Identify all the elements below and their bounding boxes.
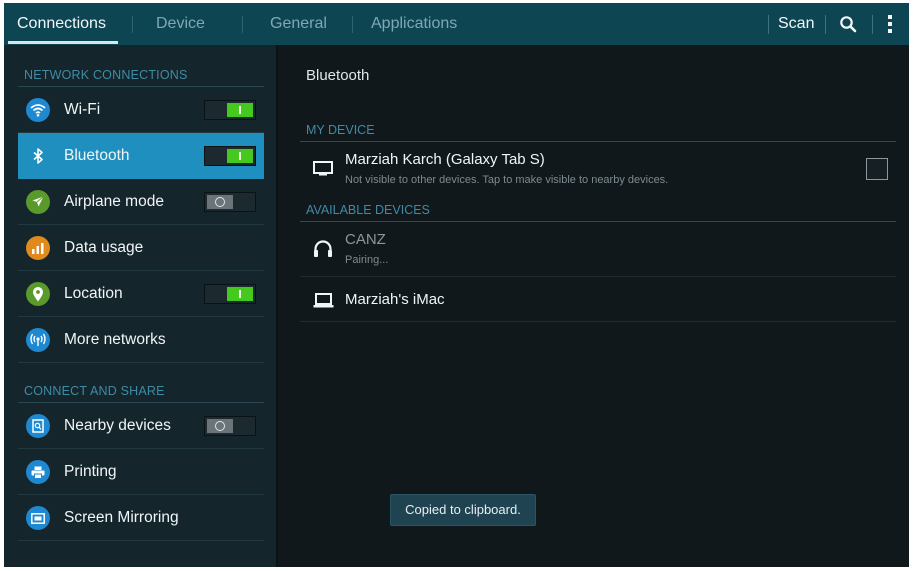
data-usage-icon [26, 236, 50, 260]
airplane-icon [26, 190, 50, 214]
tab-divider [132, 16, 133, 33]
sidebar-item-airplane-mode[interactable]: Airplane mode [18, 179, 264, 225]
sidebar-item-label: Printing [64, 463, 117, 480]
available-devices-header: AVAILABLE DEVICES [306, 203, 430, 217]
device-name[interactable]: CANZ [345, 231, 386, 248]
scan-button[interactable]: Scan [778, 3, 814, 45]
section-divider [300, 141, 896, 142]
sidebar-item-nearby-devices[interactable]: Nearby devices [18, 403, 264, 449]
tab-divider [242, 16, 243, 33]
sidebar-item-location[interactable]: Location [18, 271, 264, 317]
action-divider [872, 15, 873, 34]
row-divider [300, 276, 896, 277]
screen-mirroring-icon [26, 506, 50, 530]
sidebar-item-label: Data usage [64, 239, 144, 256]
tab-device[interactable]: Device [156, 3, 205, 45]
sidebar-item-label: Airplane mode [64, 193, 164, 210]
printing-icon [26, 460, 50, 484]
wifi-icon [26, 98, 50, 122]
my-device-header: MY DEVICE [306, 123, 375, 137]
settings-screen: Connections Device General Applications … [4, 3, 909, 567]
my-device-visibility: Not visible to other devices. Tap to mak… [345, 174, 669, 186]
device-status: Pairing... [345, 254, 389, 266]
tablet-icon [312, 159, 334, 177]
sidebar-item-more-networks[interactable]: More networks [18, 317, 264, 363]
sidebar-item-label: Location [64, 285, 123, 302]
sidebar-item-data-usage[interactable]: Data usage [18, 225, 264, 271]
nearby-devices-toggle[interactable] [204, 416, 256, 436]
page-title: Bluetooth [306, 67, 370, 84]
search-icon[interactable] [836, 3, 860, 45]
my-device-name[interactable]: Marziah Karch (Galaxy Tab S) [345, 151, 545, 168]
active-tab-indicator [8, 41, 118, 44]
laptop-icon [312, 291, 334, 309]
bluetooth-icon [26, 144, 50, 168]
sidebar-item-printing[interactable]: Printing [18, 449, 264, 495]
sidebar-item-label: Bluetooth [64, 147, 130, 164]
sidebar-item-screen-mirroring[interactable]: Screen Mirroring [18, 495, 264, 541]
device-name[interactable]: Marziah's iMac [345, 291, 445, 308]
top-tab-bar: Connections Device General Applications … [4, 3, 909, 45]
tab-general[interactable]: General [270, 3, 327, 45]
location-icon [26, 282, 50, 306]
tab-divider [352, 16, 353, 33]
wifi-toggle[interactable] [204, 100, 256, 120]
network-connections-header: NETWORK CONNECTIONS [24, 68, 188, 82]
location-toggle[interactable] [204, 284, 256, 304]
sidebar-item-wifi[interactable]: Wi-Fi [18, 87, 264, 133]
more-vert-icon[interactable] [883, 3, 897, 45]
tab-applications[interactable]: Applications [371, 3, 457, 45]
bluetooth-toggle[interactable] [204, 146, 256, 166]
sidebar-item-label: Wi-Fi [64, 101, 101, 118]
settings-sidebar: NETWORK CONNECTIONS Wi-Fi Bluetooth Airp… [4, 45, 276, 567]
sidebar-item-label: Screen Mirroring [64, 509, 179, 526]
row-divider [300, 321, 896, 322]
tab-connections[interactable]: Connections [17, 3, 106, 45]
connect-and-share-header: CONNECT AND SHARE [24, 384, 165, 398]
headphones-icon [312, 238, 334, 258]
sidebar-item-label: More networks [64, 331, 166, 348]
sidebar-item-label: Nearby devices [64, 417, 171, 434]
more-networks-icon [26, 328, 50, 352]
nearby-devices-icon [26, 414, 50, 438]
action-divider [825, 15, 826, 34]
airplane-mode-toggle[interactable] [204, 192, 256, 212]
action-divider [768, 15, 769, 34]
section-divider [300, 221, 896, 222]
bluetooth-detail-pane: Bluetooth MY DEVICE Marziah Karch (Galax… [278, 45, 909, 567]
sidebar-item-bluetooth[interactable]: Bluetooth [18, 133, 264, 179]
toast-message: Copied to clipboard. [390, 494, 536, 526]
visibility-checkbox[interactable] [866, 158, 888, 180]
